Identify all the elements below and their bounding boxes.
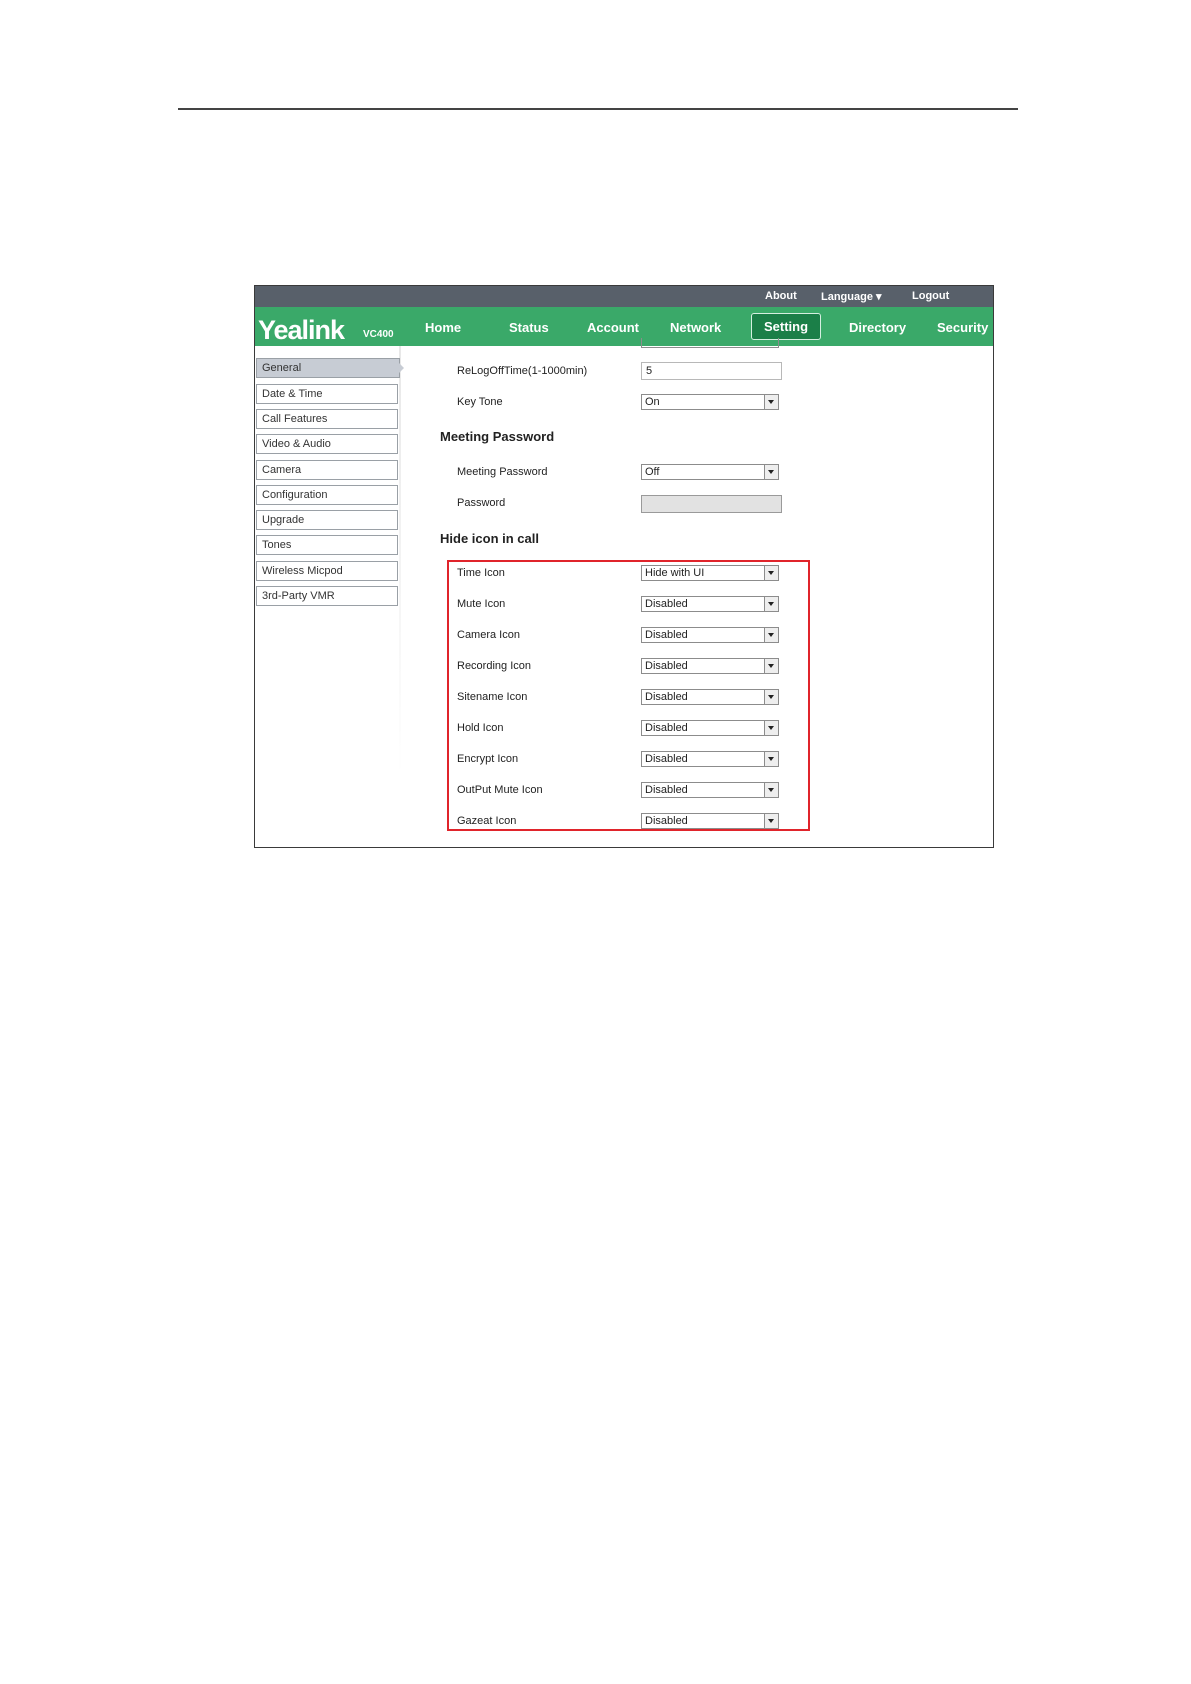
password-input — [641, 495, 782, 513]
sidebar: General Date & Time Call Features Video … — [255, 346, 404, 847]
relogoff-input[interactable]: 5 — [641, 362, 782, 380]
sidebar-item-call-features[interactable]: Call Features — [256, 409, 398, 429]
tab-account[interactable]: Account — [587, 320, 639, 335]
meeting-password-select[interactable]: Off — [641, 464, 779, 480]
chevron-down-icon — [764, 814, 778, 828]
chevron-down-icon — [764, 752, 778, 766]
chevron-down-icon — [764, 566, 778, 580]
hide-icon-heading: Hide icon in call — [440, 531, 539, 546]
relogoff-label: ReLogOffTime(1-1000min) — [457, 365, 588, 377]
language-menu[interactable]: Language ▾ — [821, 290, 882, 303]
sidebar-item-3rd-party-vmr[interactable]: 3rd-Party VMR — [256, 586, 398, 606]
chevron-down-icon — [764, 628, 778, 642]
mute-icon-label: Mute Icon — [457, 598, 506, 610]
tab-directory[interactable]: Directory — [849, 320, 906, 335]
gazeat-icon-value: Disabled — [645, 815, 688, 827]
tab-security[interactable]: Security — [937, 320, 988, 335]
chevron-down-icon — [764, 690, 778, 704]
meeting-password-heading: Meeting Password — [440, 429, 555, 444]
meeting-password-value: Off — [645, 466, 660, 478]
chevron-down-icon — [764, 783, 778, 797]
tab-network[interactable]: Network — [670, 320, 721, 335]
chevron-down-icon — [764, 465, 778, 479]
password-label: Password — [457, 497, 506, 509]
chevron-down-icon — [764, 721, 778, 735]
recording-icon-value: Disabled — [645, 660, 688, 672]
hold-icon-value: Disabled — [645, 722, 688, 734]
output-mute-icon-value: Disabled — [645, 784, 688, 796]
encrypt-icon-select[interactable]: Disabled — [641, 751, 779, 767]
tab-setting[interactable]: Setting — [751, 313, 822, 340]
camera-icon-value: Disabled — [645, 629, 688, 641]
sidebar-item-general[interactable]: General — [256, 358, 404, 378]
gazeat-icon-label: Gazeat Icon — [457, 815, 517, 827]
hold-icon-label: Hold Icon — [457, 722, 504, 734]
top-bar: About Language ▾ Logout — [255, 286, 993, 307]
sidebar-item-camera[interactable]: Camera — [256, 460, 398, 480]
chevron-down-icon — [764, 659, 778, 673]
main-nav: Yealink VC400 Home Status Account Networ… — [255, 307, 993, 346]
camera-icon-select[interactable]: Disabled — [641, 627, 779, 643]
keytone-label: Key Tone — [457, 396, 503, 408]
yealink-logo: Yealink — [258, 315, 345, 345]
web-ui-screenshot: About Language ▾ Logout Yealink VC400 Ho… — [254, 285, 994, 848]
recording-icon-select[interactable]: Disabled — [641, 658, 779, 674]
model-label: VC400 — [363, 329, 394, 340]
encrypt-icon-value: Disabled — [645, 753, 688, 765]
mute-icon-select[interactable]: Disabled — [641, 596, 779, 612]
logout-link[interactable]: Logout — [912, 290, 949, 302]
camera-icon-label: Camera Icon — [457, 629, 520, 641]
time-icon-select[interactable]: Hide with UI — [641, 565, 779, 581]
output-mute-icon-label: OutPut Mute Icon — [457, 784, 543, 796]
output-mute-icon-select[interactable]: Disabled — [641, 782, 779, 798]
sidebar-item-wireless-micpod[interactable]: Wireless Micpod — [256, 561, 398, 581]
time-icon-value: Hide with UI — [645, 567, 705, 579]
chevron-down-icon — [764, 395, 778, 409]
keytone-select[interactable]: On — [641, 394, 779, 410]
gazeat-icon-select[interactable]: Disabled — [641, 813, 779, 829]
meeting-password-label: Meeting Password — [457, 466, 548, 478]
sitename-icon-label: Sitename Icon — [457, 691, 528, 703]
sitename-icon-select[interactable]: Disabled — [641, 689, 779, 705]
sidebar-item-upgrade[interactable]: Upgrade — [256, 510, 398, 530]
keytone-value: On — [645, 396, 660, 408]
mute-icon-value: Disabled — [645, 598, 688, 610]
sitename-icon-value: Disabled — [645, 691, 688, 703]
partial-select-above[interactable] — [641, 338, 779, 348]
encrypt-icon-label: Encrypt Icon — [457, 753, 519, 765]
time-icon-label: Time Icon — [457, 567, 505, 579]
about-link[interactable]: About — [765, 290, 797, 302]
settings-content: ReLogOffTime(1-1000min) 5 Key Tone On Me… — [401, 338, 993, 847]
page-header-rule — [178, 108, 1018, 110]
recording-icon-label: Recording Icon — [457, 660, 531, 672]
sidebar-item-date-time[interactable]: Date & Time — [256, 384, 398, 404]
hold-icon-select[interactable]: Disabled — [641, 720, 779, 736]
sidebar-item-tones[interactable]: Tones — [256, 535, 398, 555]
tab-status[interactable]: Status — [509, 320, 549, 335]
sidebar-item-configuration[interactable]: Configuration — [256, 485, 398, 505]
tab-home[interactable]: Home — [425, 320, 461, 335]
chevron-down-icon — [764, 597, 778, 611]
sidebar-item-video-audio[interactable]: Video & Audio — [256, 434, 398, 454]
